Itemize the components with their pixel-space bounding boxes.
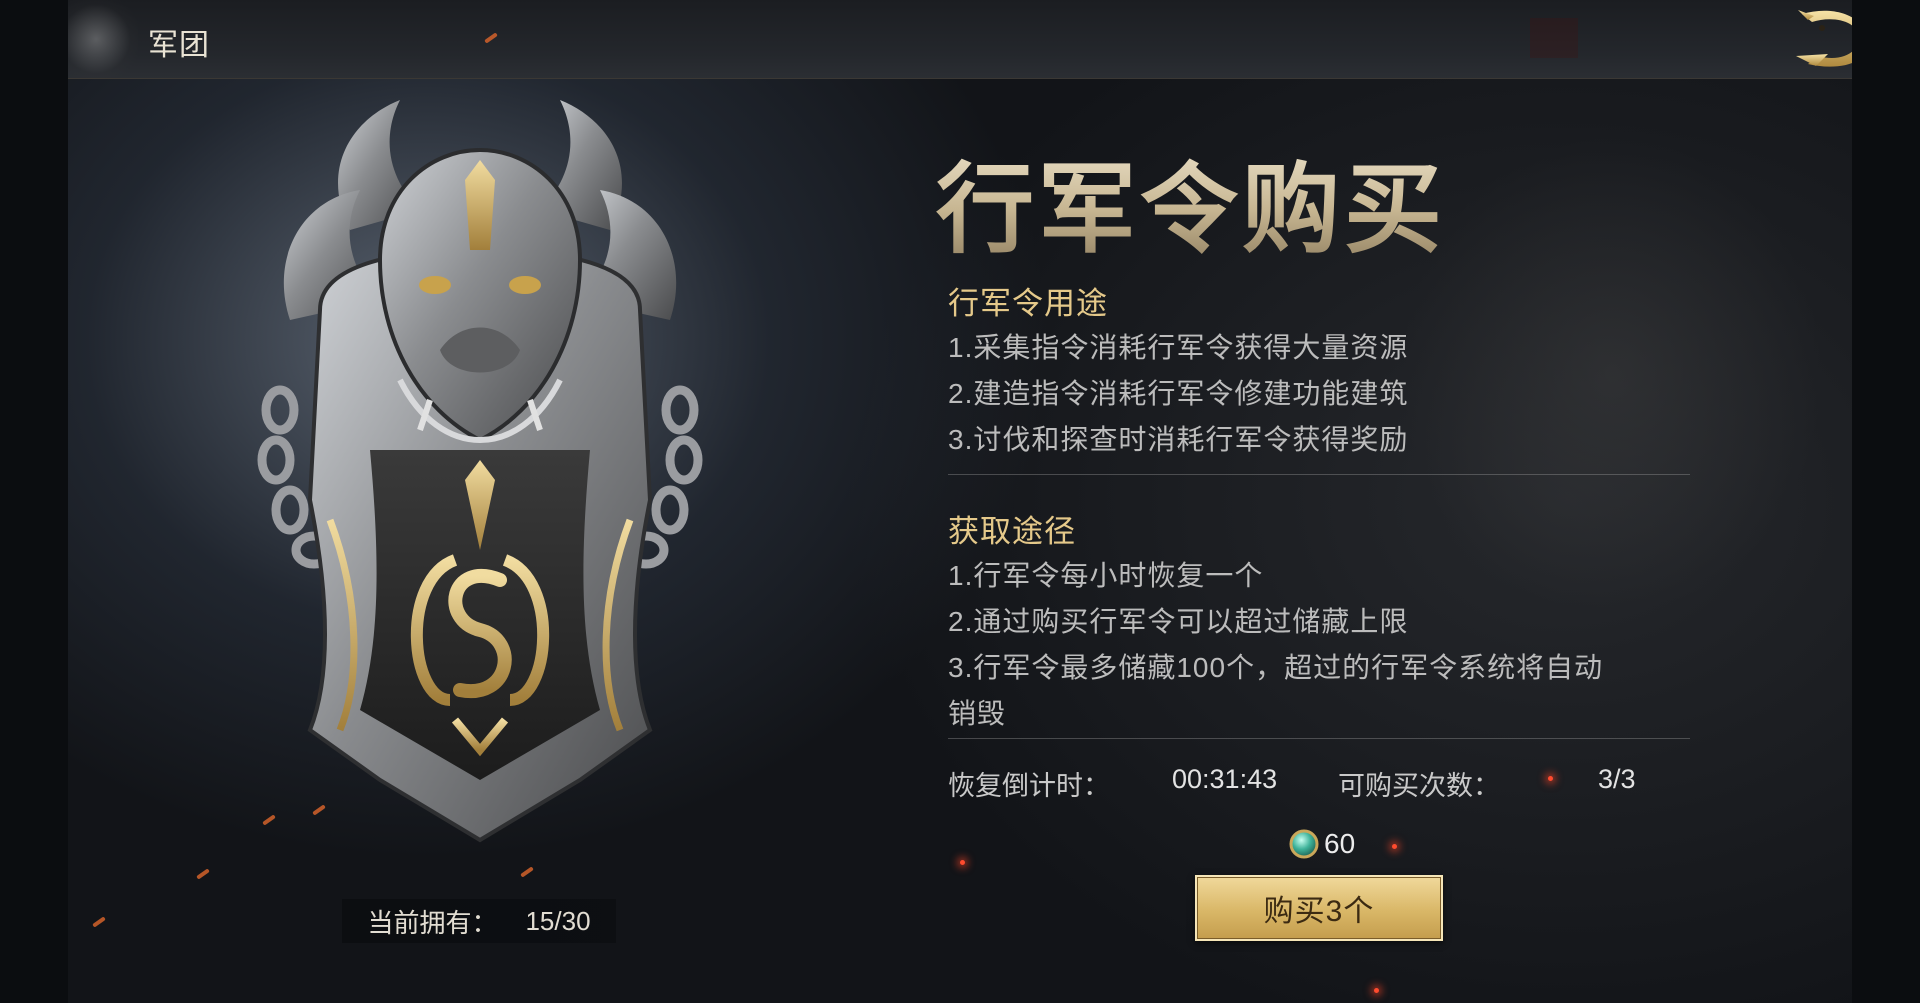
countdown-value: 00:31:43 — [1172, 764, 1278, 794]
countdown-label: 恢复倒计时： — [948, 771, 1110, 801]
acquire-item: 3.行军令最多储藏100个，超过的行军令系统将自动 — [948, 652, 1604, 683]
game-screen: 军团 当前拥有： 15/30 行军令购买 行军令用途 1.采集指令消耗行军令获得… — [0, 0, 1920, 1003]
section-divider — [948, 474, 1690, 475]
usage-title: 行军令用途 — [948, 286, 1108, 321]
cost-display: 60 — [1288, 826, 1355, 862]
cost-value: 60 — [1324, 828, 1356, 859]
page-title: 军团 — [148, 29, 210, 62]
purchases-label: 可购买次数： — [1338, 771, 1500, 801]
usage-item: 2.建造指令消耗行军令修建功能建筑 — [948, 378, 1409, 409]
topbar-slot — [1530, 18, 1578, 58]
ember-dot — [1374, 988, 1379, 993]
acquire-item: 销毁 — [948, 698, 1007, 729]
jade-currency-icon — [1289, 829, 1319, 859]
acquire-item: 1.行军令每小时恢复一个 — [948, 560, 1264, 591]
headline: 行军令购买 — [936, 130, 1446, 272]
section-divider — [948, 738, 1690, 739]
token-art — [250, 80, 710, 850]
top-bar: 军团 — [68, 0, 1869, 79]
inventory-label: 当前拥有： — [367, 907, 498, 938]
inventory-badge: 当前拥有： 15/30 — [342, 899, 616, 943]
usage-item: 1.采集指令消耗行军令获得大量资源 — [948, 332, 1409, 363]
right-letterbox — [1852, 0, 1920, 1003]
left-letterbox — [0, 0, 68, 1003]
usage-item: 3.讨伐和探查时消耗行军令获得奖励 — [948, 424, 1409, 455]
acquire-title: 获取途径 — [948, 514, 1076, 549]
inventory-value: 15/30 — [525, 905, 591, 936]
ember-dot — [1548, 776, 1553, 781]
ember-dot — [960, 860, 965, 865]
legion-emblem-icon — [68, 0, 138, 78]
acquire-item: 2.通过购买行军令可以超过储藏上限 — [948, 606, 1409, 637]
marching-token-shield-icon — [257, 100, 703, 843]
buy-button[interactable]: 购买3个 — [1195, 875, 1443, 941]
ember-dot — [1392, 844, 1397, 849]
purchases-value: 3/3 — [1598, 764, 1636, 794]
